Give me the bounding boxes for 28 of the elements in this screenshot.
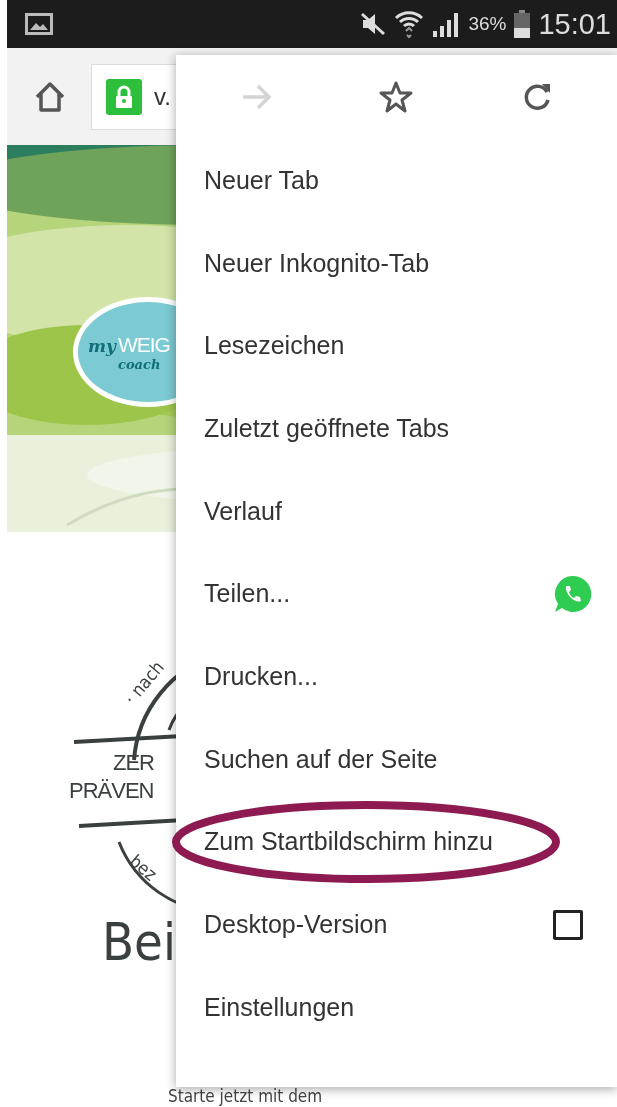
menu-item[interactable]: Desktop-Version (176, 883, 617, 966)
battery-percentage: 36% (468, 13, 507, 35)
stamp-text: PRÄVEN (69, 778, 154, 804)
menu-item[interactable]: Drucken... (176, 635, 617, 718)
menu-item[interactable]: Zum Startbildschirm hinzu (176, 800, 617, 884)
stamp-text: ZER (113, 750, 154, 776)
logo-text: my (88, 335, 116, 356)
battery-icon (514, 10, 531, 38)
logo-subtitle: coach (117, 356, 162, 372)
mute-icon (360, 12, 387, 36)
checkbox[interactable] (553, 909, 583, 940)
lock-icon (106, 78, 142, 115)
clock-time: 15:01 (538, 7, 611, 41)
menu-item[interactable]: Suchen auf der Seite (176, 717, 617, 801)
menu-item[interactable]: Verlauf (176, 469, 617, 553)
logo-text: WEIG (117, 332, 170, 357)
image-icon (25, 13, 53, 35)
menu-item[interactable]: Einstellungen (176, 965, 617, 1049)
menu-item[interactable]: Neuer Tab (176, 139, 617, 222)
menu-item[interactable]: Lesezeichen (176, 304, 617, 388)
chat-bubble-icon (553, 573, 593, 614)
page-heading: Bei (102, 912, 176, 972)
wifi-icon (394, 9, 425, 39)
menu-item[interactable]: Teilen... (176, 552, 617, 636)
menu-item[interactable]: Zuletzt geöffnete Tabs (176, 387, 617, 470)
signal-icon (432, 11, 461, 37)
menu-item[interactable]: Neuer Inkognito-Tab (176, 221, 617, 305)
page-subheading: Starte jetzt mit dem (168, 1086, 323, 1106)
